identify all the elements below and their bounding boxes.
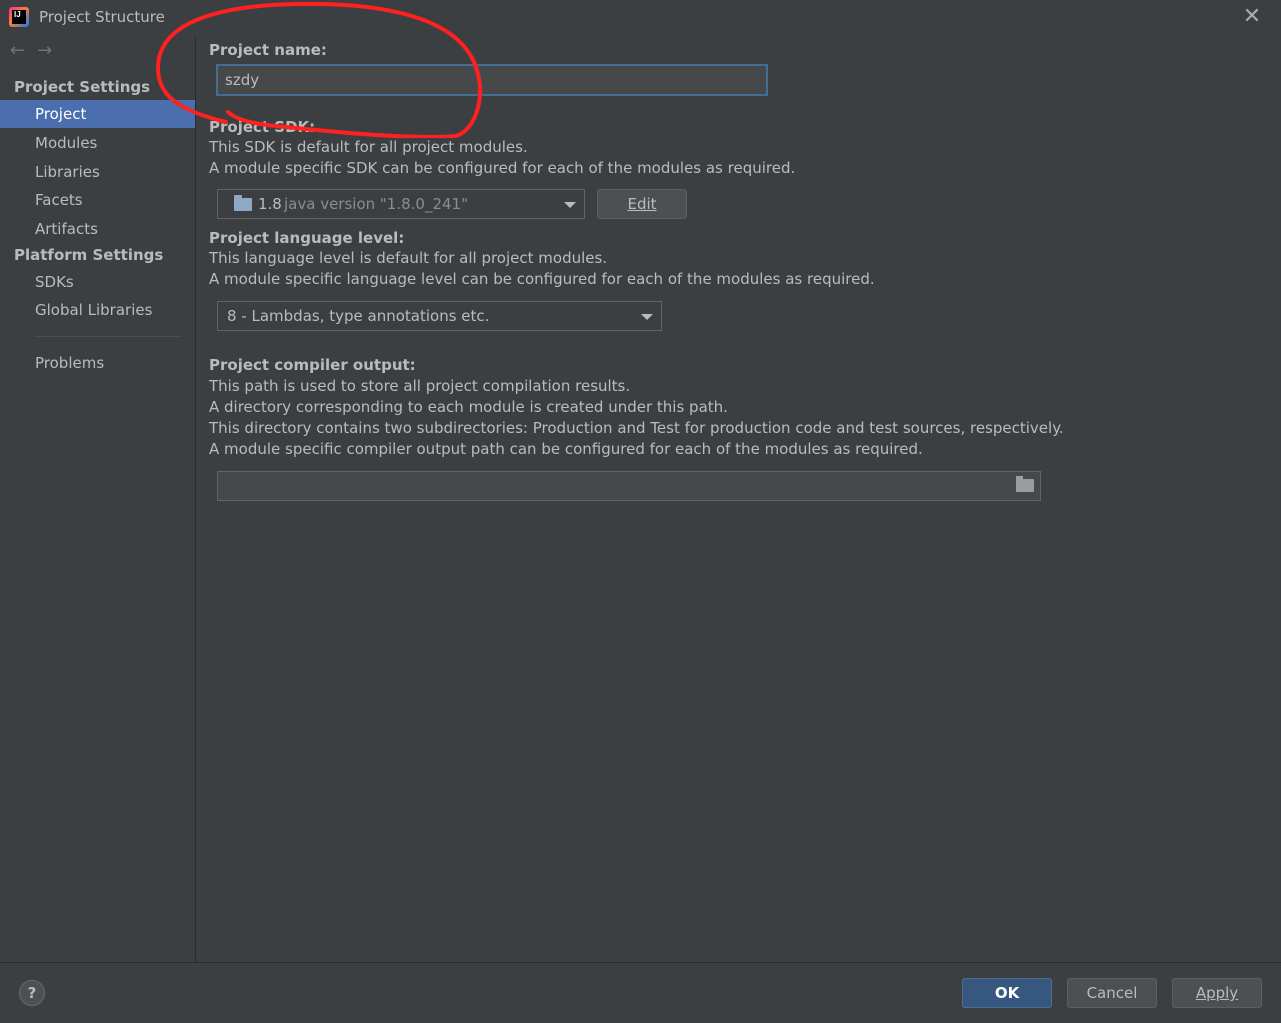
folder-icon: [234, 195, 252, 211]
apply-button[interactable]: Apply: [1172, 978, 1262, 1008]
project-name-input[interactable]: [216, 64, 768, 96]
sidebar-item-artifacts[interactable]: Artifacts: [0, 215, 195, 243]
language-description-1: This language level is default for all p…: [209, 249, 608, 267]
chevron-down-icon: [641, 314, 653, 320]
help-icon[interactable]: ?: [19, 980, 45, 1006]
project-settings-panel: Project name: Project SDK: This SDK is d…: [196, 36, 1281, 962]
browse-folder-icon[interactable]: [1016, 476, 1034, 492]
forward-arrow-icon[interactable]: →: [37, 40, 64, 61]
cancel-button[interactable]: Cancel: [1067, 978, 1157, 1008]
back-arrow-icon[interactable]: ←: [10, 40, 37, 61]
sdk-version-detail: java version "1.8.0_241": [284, 195, 468, 213]
compiler-output-label: Project compiler output:: [209, 356, 416, 374]
language-level-value: 8 - Lambdas, type annotations etc.: [227, 307, 490, 325]
sdk-edit-button[interactable]: Edit: [597, 189, 687, 219]
sidebar-item-global-libraries[interactable]: Global Libraries: [0, 296, 195, 324]
ok-button[interactable]: OK: [962, 978, 1052, 1008]
compiler-output-path-field[interactable]: [217, 471, 1041, 501]
platform-settings-header: Platform Settings: [14, 246, 164, 264]
language-level-label: Project language level:: [209, 229, 405, 247]
apply-label: Apply: [1195, 984, 1239, 1002]
sidebar-item-libraries[interactable]: Libraries: [0, 158, 195, 186]
sidebar-item-project[interactable]: Project: [0, 100, 195, 128]
app-icon-label: IJ: [12, 10, 26, 24]
sidebar: ←→ Project Settings Project Modules Libr…: [0, 36, 196, 962]
chevron-down-icon: [564, 202, 576, 208]
output-description-2: A directory corresponding to each module…: [209, 398, 728, 416]
project-sdk-label: Project SDK:: [209, 118, 316, 136]
sdk-select[interactable]: 1.8 java version "1.8.0_241": [217, 189, 585, 219]
sdk-version: 1.8: [258, 195, 282, 213]
output-description-1: This path is used to store all project c…: [209, 377, 631, 395]
nav-arrows: ←→: [10, 40, 64, 61]
window-title: Project Structure: [39, 8, 165, 26]
sidebar-divider: [35, 336, 181, 337]
output-description-4: A module specific compiler output path c…: [209, 440, 923, 458]
sidebar-item-facets[interactable]: Facets: [0, 186, 195, 214]
project-settings-header: Project Settings: [14, 78, 151, 96]
sdk-description-2: A module specific SDK can be configured …: [209, 159, 796, 177]
sidebar-item-modules[interactable]: Modules: [0, 129, 195, 157]
language-level-select[interactable]: 8 - Lambdas, type annotations etc.: [217, 301, 662, 331]
title-bar: IJ Project Structure ✕: [0, 0, 1281, 36]
output-description-3: This directory contains two subdirectori…: [209, 419, 1064, 437]
sdk-edit-label: Edit: [627, 195, 657, 213]
sdk-description-1: This SDK is default for all project modu…: [209, 138, 528, 156]
app-icon: IJ: [9, 7, 29, 27]
dialog-footer: ? OK Cancel Apply: [0, 962, 1281, 1023]
sidebar-item-sdks[interactable]: SDKs: [0, 268, 195, 296]
close-icon[interactable]: ✕: [1241, 6, 1263, 28]
language-description-2: A module specific language level can be …: [209, 270, 875, 288]
project-name-label: Project name:: [209, 41, 327, 59]
sidebar-item-problems[interactable]: Problems: [0, 349, 195, 377]
